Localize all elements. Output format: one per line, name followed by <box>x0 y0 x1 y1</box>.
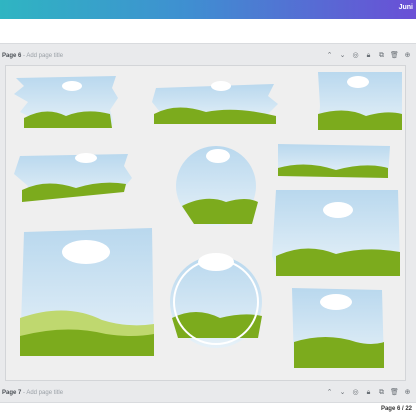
frame-brush-7[interactable] <box>272 190 400 276</box>
cloud-icon <box>320 294 352 310</box>
delete-icon[interactable]: 🗑︎ <box>390 387 399 398</box>
page-title-placeholder: Add page title <box>26 390 64 396</box>
frame-brush-6[interactable] <box>278 144 390 178</box>
page-header-7: Page 7 - Add page title ⌃ ⌄ ◎ 🔒︎ ⧉ 🗑︎ ⊕ <box>0 384 416 402</box>
editor-header: Juni <box>0 0 416 19</box>
editor-toolbar <box>0 19 416 44</box>
move-up-icon[interactable]: ⌃ <box>325 50 334 61</box>
move-up-icon[interactable]: ⌃ <box>325 387 334 398</box>
cloud-icon <box>211 81 231 91</box>
frame-brush-1[interactable] <box>14 76 118 128</box>
add-page-icon[interactable]: ⊕ <box>403 387 412 398</box>
page-tools: ⌃ ⌄ ◎ 🔒︎ ⧉ 🗑︎ ⊕ <box>325 50 412 61</box>
page-title-input[interactable]: - Add page title <box>23 390 63 396</box>
page-number: Page 7 <box>2 390 22 396</box>
frame-brush-2[interactable] <box>152 81 278 124</box>
cloud-icon <box>323 202 353 218</box>
page-header-6: Page 6 - Add page title ⌃ ⌄ ◎ 🔒︎ ⧉ 🗑︎ ⊕ <box>0 47 416 65</box>
frame-brush-3[interactable] <box>318 72 402 130</box>
add-page-icon[interactable]: ⊕ <box>403 50 412 61</box>
duplicate-icon[interactable]: ⧉ <box>377 50 386 61</box>
frame-circle-brush[interactable] <box>176 146 258 226</box>
frame-brush-8[interactable] <box>20 228 154 356</box>
page-title-input[interactable]: - Add page title <box>23 53 63 59</box>
lock-icon[interactable]: 🔒︎ <box>364 387 373 398</box>
page-number: Page 6 <box>2 53 22 59</box>
move-down-icon[interactable]: ⌄ <box>338 50 347 61</box>
hide-icon[interactable]: ◎ <box>351 50 360 61</box>
page-title-placeholder: Add page title <box>26 53 64 59</box>
cloud-icon <box>62 81 82 91</box>
cloud-icon <box>62 240 110 264</box>
user-name[interactable]: Juni <box>399 4 413 11</box>
frame-brush-10[interactable] <box>292 288 384 368</box>
page-canvas <box>14 72 402 368</box>
duplicate-icon[interactable]: ⧉ <box>377 387 386 398</box>
cloud-icon <box>75 153 97 163</box>
frame-circle-outline[interactable] <box>170 253 262 348</box>
frame-brush-4[interactable] <box>14 153 132 202</box>
lock-icon[interactable]: 🔒︎ <box>364 50 373 61</box>
status-bar: Page 6 / 22 <box>0 402 416 417</box>
cloud-icon <box>198 253 234 271</box>
design-page[interactable] <box>6 66 405 380</box>
cloud-icon <box>206 149 230 163</box>
cloud-icon <box>347 76 369 88</box>
page-counter[interactable]: Page 6 / 22 <box>381 406 412 412</box>
hide-icon[interactable]: ◎ <box>351 387 360 398</box>
move-down-icon[interactable]: ⌄ <box>338 387 347 398</box>
page-tools: ⌃ ⌄ ◎ 🔒︎ ⧉ 🗑︎ ⊕ <box>325 387 412 398</box>
delete-icon[interactable]: 🗑︎ <box>390 50 399 61</box>
